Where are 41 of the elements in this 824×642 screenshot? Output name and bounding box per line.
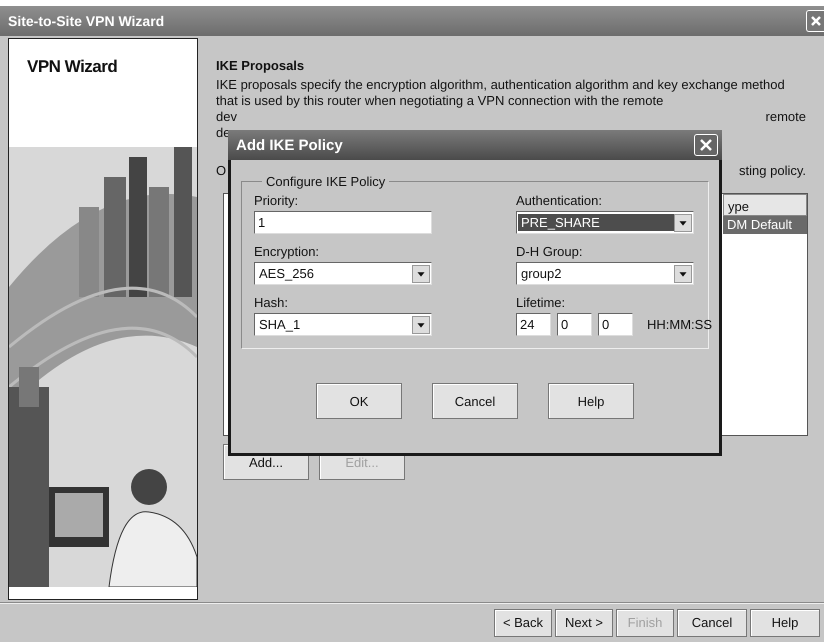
column-header: ype xyxy=(723,194,807,216)
dropdown[interactable]: group2 xyxy=(516,262,694,285)
wizard-button[interactable]: Cancel xyxy=(677,608,747,636)
caret-icon xyxy=(674,214,692,232)
description-text: sting policy. xyxy=(739,163,806,179)
description-text: remote xyxy=(766,109,806,125)
group-title: Configure IKE Policy xyxy=(265,174,386,189)
wizard-button[interactable]: < Back xyxy=(494,608,552,636)
field-label: D-H Group: xyxy=(516,244,584,259)
input-field[interactable]: 1 xyxy=(254,211,432,234)
dialog-title: Add IKE Policy xyxy=(236,136,343,154)
close-icon xyxy=(699,138,713,152)
field-label: Priority: xyxy=(254,193,300,208)
unit-label: HH:MM:SS xyxy=(647,317,712,332)
dialog-button[interactable]: Help xyxy=(548,383,634,419)
description-text: dev xyxy=(216,109,237,125)
field-label: Authentication: xyxy=(516,193,604,208)
section-heading: IKE Proposals xyxy=(216,58,306,73)
field-label: Encryption: xyxy=(254,244,320,259)
dropdown[interactable]: PRE_SHARE xyxy=(516,211,694,234)
field-label: Hash: xyxy=(254,295,289,310)
dialog-button[interactable]: OK xyxy=(316,383,402,419)
caret-icon xyxy=(674,264,692,282)
dropdown[interactable]: AES_256 xyxy=(254,262,432,285)
field-label: Lifetime: xyxy=(516,295,566,310)
wizard-button[interactable]: Next > xyxy=(555,608,613,636)
close-button[interactable] xyxy=(694,134,718,156)
window-title: Site-to-Site VPN Wizard xyxy=(8,13,164,29)
table-cell[interactable]: DM Default xyxy=(723,216,807,234)
caret-icon xyxy=(412,316,430,334)
wizard-button[interactable]: Help xyxy=(750,608,820,636)
caret-icon xyxy=(412,264,430,282)
close-icon xyxy=(810,15,822,27)
input-field[interactable]: 0 xyxy=(557,313,592,336)
close-button[interactable] xyxy=(806,10,824,32)
sidebar-title: VPN Wizard xyxy=(26,56,118,77)
input-field[interactable]: 0 xyxy=(598,313,633,336)
input-field[interactable]: 24 xyxy=(516,313,551,336)
dropdown[interactable]: SHA_1 xyxy=(254,313,432,336)
dialog-button[interactable]: Cancel xyxy=(432,383,518,419)
description-text: O xyxy=(216,163,226,179)
